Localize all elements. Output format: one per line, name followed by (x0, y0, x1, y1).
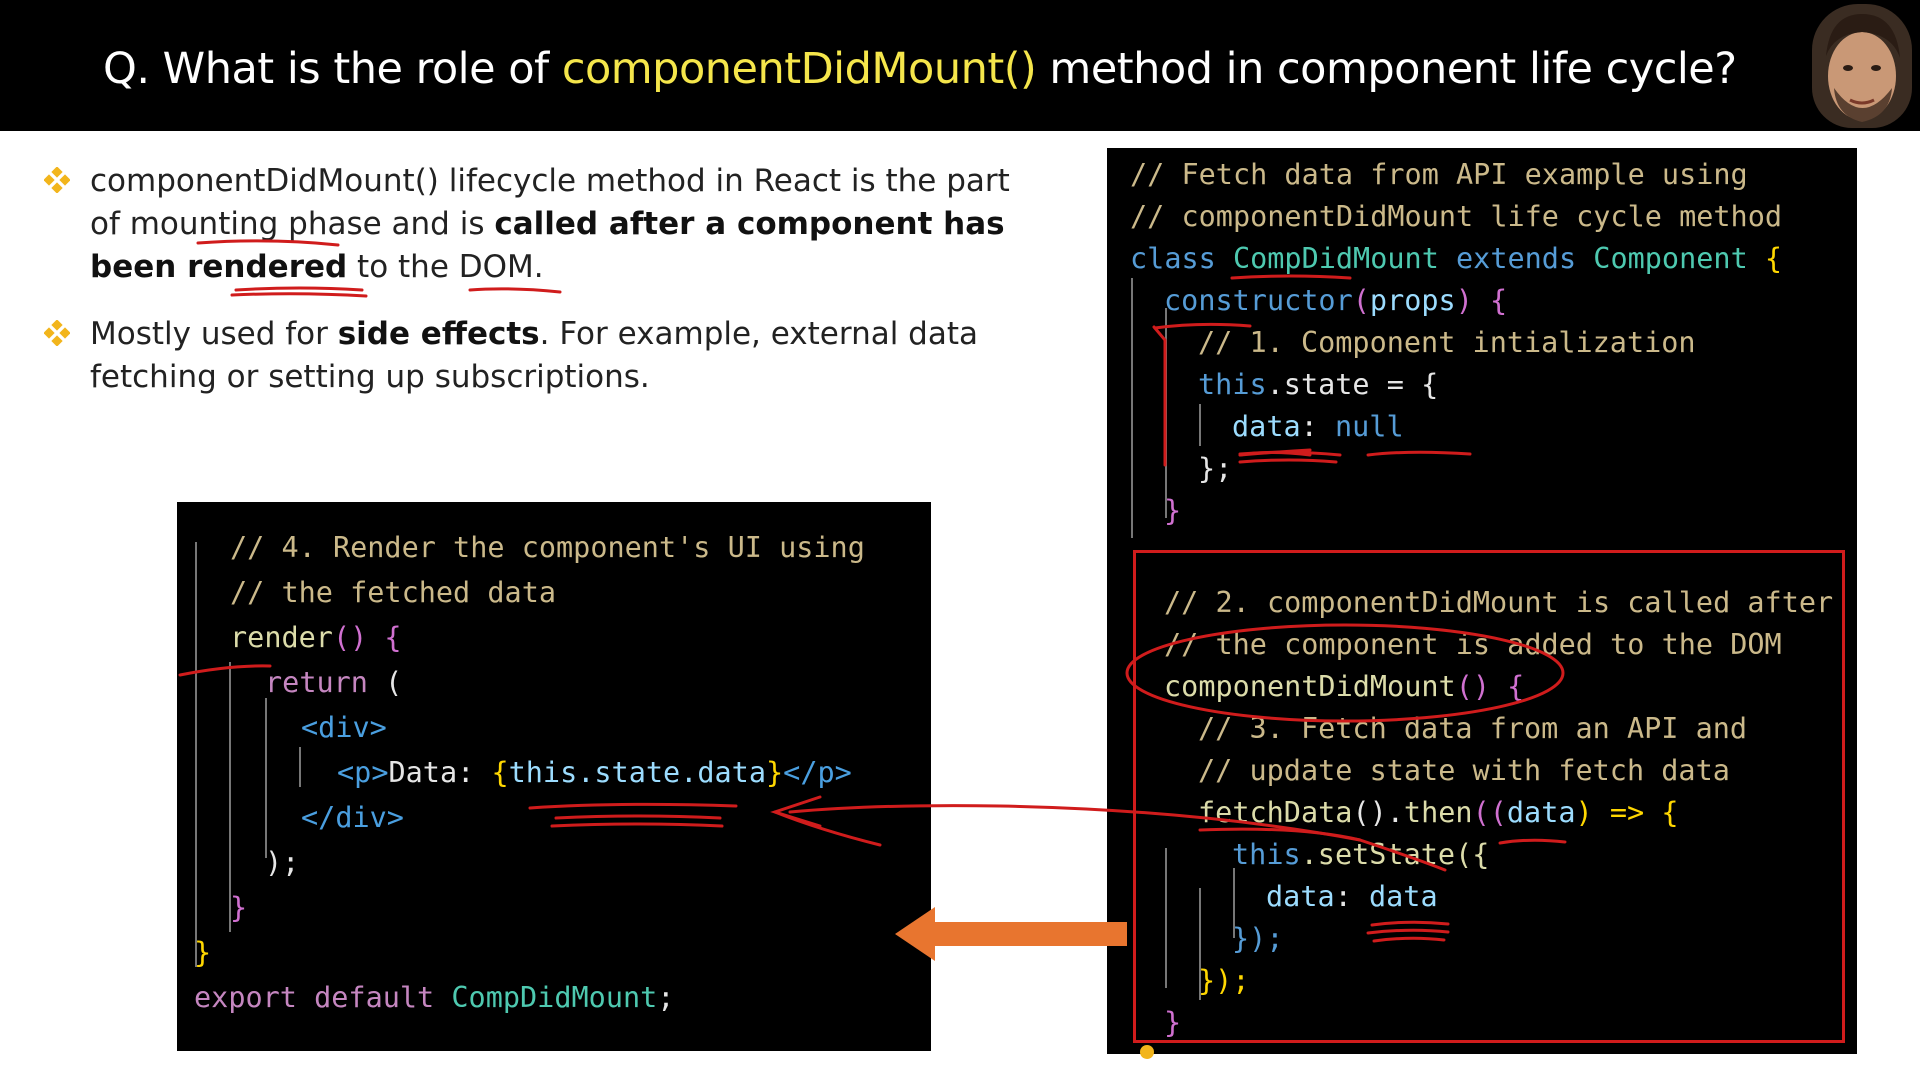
title-prefix: Q. What is the role of (103, 44, 562, 94)
code-line: class CompDidMount extends Component { (1130, 242, 1783, 275)
title-highlight: componentDidMount() (561, 44, 1037, 94)
code-line: ); (265, 846, 300, 879)
code-line: } (230, 891, 248, 924)
indent-guide (1199, 404, 1201, 446)
code-line: // 1. Component intialization (1198, 326, 1696, 359)
indent-guide (1131, 278, 1133, 538)
code-line: </div> (301, 801, 404, 834)
code-line: return ( (265, 666, 403, 699)
indent-guide (299, 747, 301, 787)
title-suffix: method in component life cycle? (1036, 44, 1737, 94)
code-line: // the fetched data (230, 576, 557, 609)
bullet-bold-text: side effects (337, 316, 540, 352)
bullet-list: componentDidMount() lifecycle method in … (44, 160, 1044, 423)
diamond-bullet-icon (44, 320, 70, 346)
code-line: } (194, 936, 212, 969)
indent-guide (1165, 308, 1167, 518)
code-line: constructor(props) { (1164, 284, 1508, 317)
code-panel-left: // 4. Render the component's UI using //… (177, 502, 931, 1051)
bullet-item: componentDidMount() lifecycle method in … (44, 160, 1044, 289)
presenter-face-icon (1812, 4, 1912, 128)
title-bar: Q. What is the role of componentDidMount… (0, 0, 1920, 131)
code-line: export default CompDidMount; (194, 981, 675, 1014)
presenter-avatar (1812, 4, 1912, 128)
bullet-item: Mostly used for side effects. For exampl… (44, 313, 1044, 399)
code-line: } (1164, 494, 1182, 527)
highlight-box (1133, 550, 1845, 1043)
code-line: // Fetch data from API example using (1130, 158, 1748, 191)
code-line: data: null (1232, 410, 1404, 443)
code-line: // 4. Render the component's UI using (230, 531, 865, 564)
code-line: }; (1198, 452, 1233, 485)
code-line: <div> (301, 711, 387, 744)
indent-guide (195, 542, 197, 967)
code-line: this.state = { (1198, 368, 1439, 401)
code-line: render() { (230, 621, 402, 654)
page-title: Q. What is the role of componentDidMount… (103, 44, 1737, 94)
bullet-text: Mostly used for (90, 316, 338, 352)
indent-guide (265, 698, 267, 858)
code-line: <p>Data: {this.state.data}</p> (337, 756, 852, 789)
bullet-text: to the DOM. (347, 249, 544, 285)
code-line: // componentDidMount life cycle method (1130, 200, 1783, 233)
diamond-bullet-icon (44, 167, 70, 193)
